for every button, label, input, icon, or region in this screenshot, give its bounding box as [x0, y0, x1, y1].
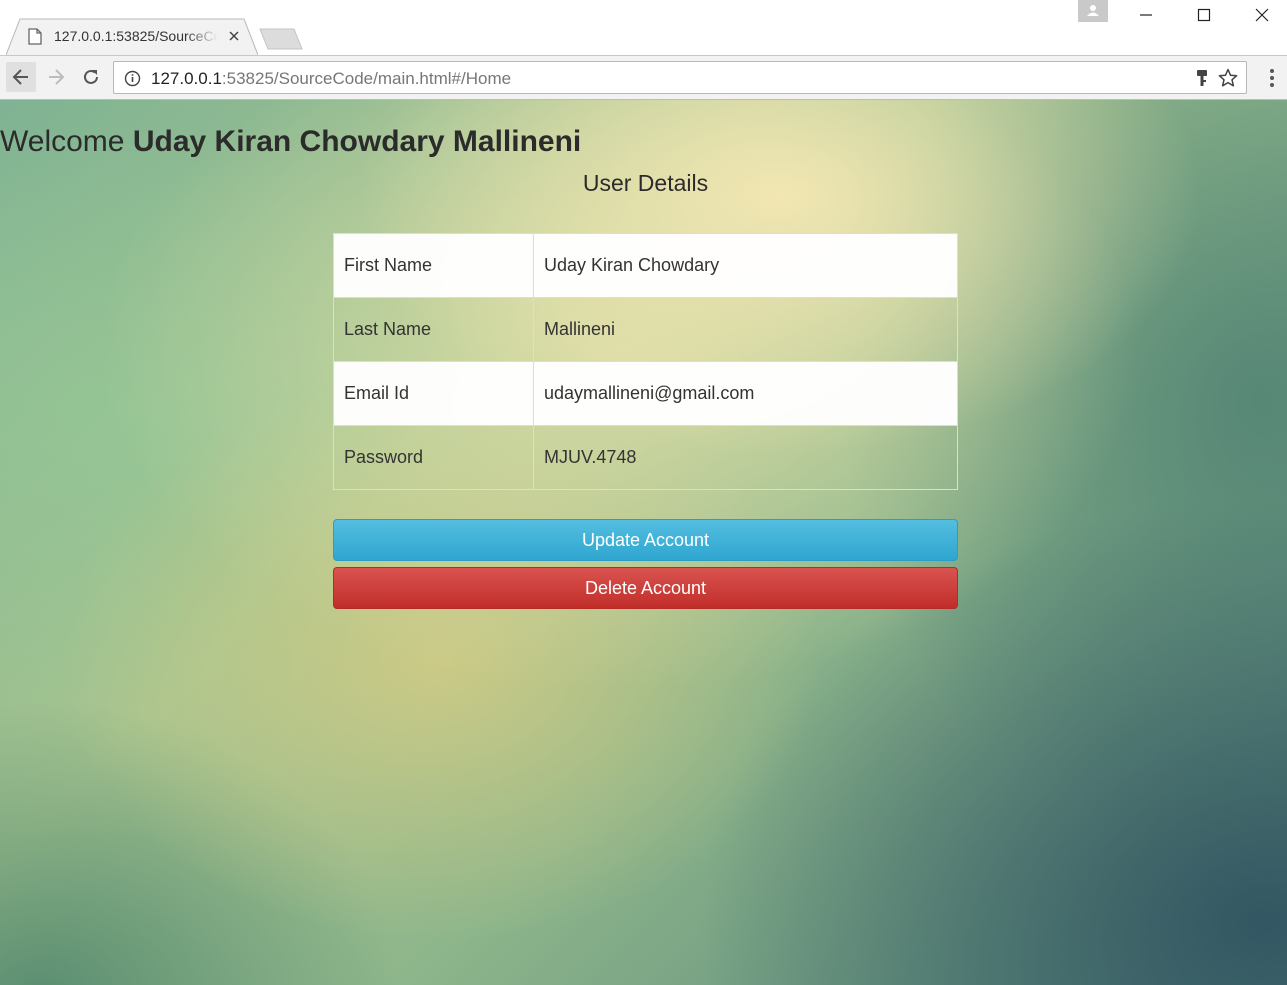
key-icon[interactable]: [1194, 69, 1210, 87]
password-label: Password: [333, 425, 534, 490]
email-value: udaymallineni@gmail.com: [533, 361, 958, 426]
browser-titlebar: 127.0.0.1:53825/SourceCode/main.html#/Ho…: [0, 0, 1287, 55]
first-name-label: First Name: [333, 233, 534, 298]
welcome-prefix: Welcome: [0, 125, 125, 158]
new-tab-button[interactable]: [258, 27, 304, 51]
delete-account-button[interactable]: Delete Account: [333, 567, 958, 609]
info-icon[interactable]: [124, 70, 141, 87]
url-text[interactable]: 127.0.0.1:53825/SourceCode/main.html#/Ho…: [151, 69, 511, 89]
last-name-label: Last Name: [333, 297, 534, 362]
first-name-value: Uday Kiran Chowdary: [533, 233, 958, 298]
password-value: MJUV.4748: [533, 425, 958, 490]
vertical-dots-icon: [1270, 69, 1274, 87]
maximize-icon: [1197, 8, 1211, 22]
user-details-table: First Name Uday Kiran Chowdary Last Name…: [333, 233, 958, 490]
profile-button[interactable]: [1078, 0, 1108, 22]
update-account-button[interactable]: Update Account: [333, 519, 958, 561]
forward-arrow-icon: [49, 69, 65, 85]
window-close-button[interactable]: [1233, 0, 1287, 30]
page-icon: [28, 28, 42, 45]
forward-button[interactable]: [41, 62, 71, 92]
table-row: First Name Uday Kiran Chowdary: [333, 233, 958, 298]
back-arrow-icon: [12, 69, 28, 85]
back-button[interactable]: [6, 62, 36, 92]
email-label: Email Id: [333, 361, 534, 426]
reload-icon: [84, 69, 98, 84]
maximize-button[interactable]: [1175, 0, 1233, 30]
last-name-value: Mallineni: [533, 297, 958, 362]
url-path: :53825/SourceCode/main.html#/Home: [221, 69, 512, 88]
welcome-username: Uday Kiran Chowdary Mallineni: [132, 125, 582, 158]
window-close-icon: [1255, 8, 1269, 22]
page-viewport: Welcome Uday Kiran Chowdary Mallineni Us…: [0, 100, 1287, 985]
reload-button[interactable]: [76, 62, 106, 92]
table-row: Password MJUV.4748: [333, 425, 958, 490]
tab-title: 127.0.0.1:53825/SourceCode/main.html#/Ho…: [54, 28, 218, 44]
welcome-heading: Welcome Uday Kiran Chowdary Mallineni: [0, 125, 581, 159]
browser-tab[interactable]: 127.0.0.1:53825/SourceCode/main.html#/Ho…: [6, 18, 258, 55]
address-bar[interactable]: 127.0.0.1:53825/SourceCode/main.html#/Ho…: [113, 61, 1247, 94]
browser-toolbar: 127.0.0.1:53825/SourceCode/main.html#/Ho…: [0, 55, 1287, 100]
table-row: Last Name Mallineni: [333, 297, 958, 362]
section-title: User Details: [582, 170, 709, 196]
close-icon[interactable]: [226, 28, 242, 44]
browser-menu-button[interactable]: [1262, 64, 1282, 92]
minimize-icon: [1140, 14, 1152, 16]
person-icon: [1087, 5, 1099, 16]
minimize-button[interactable]: [1117, 0, 1175, 30]
url-host: 127.0.0.1: [151, 69, 222, 88]
star-icon[interactable]: [1218, 68, 1238, 88]
table-row: Email Id udaymallineni@gmail.com: [333, 361, 958, 426]
